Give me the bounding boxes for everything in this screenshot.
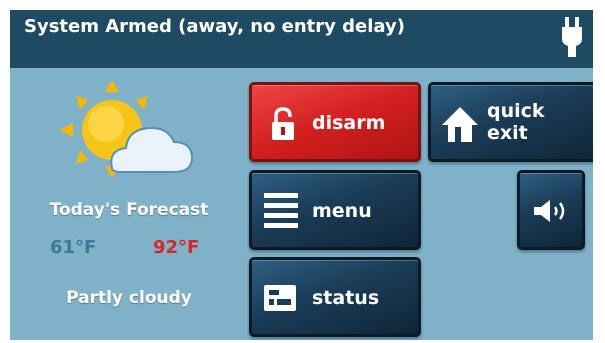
high-temperature: 92°F (153, 237, 200, 258)
disarm-button[interactable]: disarm (249, 82, 421, 162)
volume-button[interactable] (517, 170, 585, 250)
quick-exit-label-line2: exit (487, 122, 528, 144)
menu-label: menu (312, 200, 372, 222)
status-label: status (312, 287, 380, 309)
unlocked-padlock-icon (272, 107, 294, 140)
house-exit-icon (442, 107, 478, 142)
menu-button[interactable]: menu (249, 170, 421, 250)
low-temperature: 61°F (50, 237, 97, 258)
menu-lines-icon (264, 193, 298, 228)
forecast-title: Today's Forecast (49, 200, 209, 220)
security-panel-screen: System Armed (away, no entry delay) Toda… (10, 10, 593, 340)
plug-icon (562, 17, 582, 57)
quick-exit-label-line1: quick (487, 100, 545, 122)
disarm-label: disarm (312, 112, 386, 134)
status-button[interactable]: status (249, 257, 421, 337)
status-panel-icon (264, 285, 296, 311)
speaker-icon (534, 200, 565, 222)
forecast-conditions: Partly cloudy (66, 288, 192, 308)
quick-exit-button[interactable]: quick exit (428, 82, 593, 162)
partly-cloudy-icon (60, 80, 194, 178)
status-bar: System Armed (away, no entry delay) (10, 10, 593, 68)
arming-status-text: System Armed (away, no entry delay) (24, 16, 405, 37)
